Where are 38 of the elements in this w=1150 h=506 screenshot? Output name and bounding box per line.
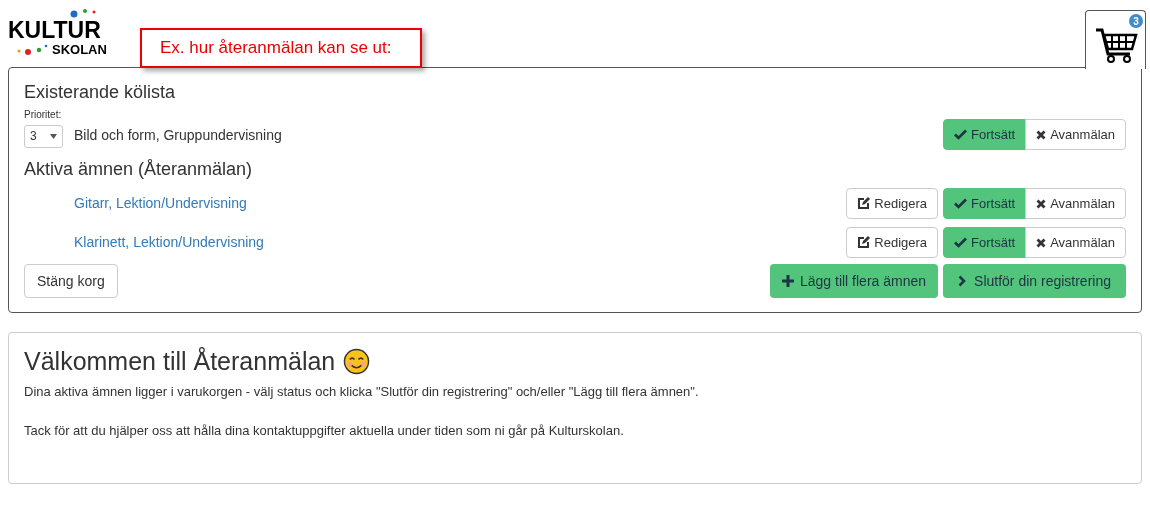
close-icon [1036, 198, 1047, 209]
dropdown-arrow-icon [50, 133, 57, 139]
status-toggle-button[interactable]: Avanmälan [1025, 119, 1126, 150]
add-subjects-button[interactable]: Lägg till flera ämnen [769, 264, 939, 298]
check-icon [954, 237, 968, 248]
close-icon [1036, 129, 1047, 140]
section-title: Existerande kölista [24, 81, 177, 103]
cart-count-badge: 3 [1129, 14, 1143, 28]
logo-text: KULTUR [8, 18, 101, 42]
status-toggle-button[interactable]: Fortsätt [943, 188, 1027, 219]
check-icon [954, 129, 968, 140]
close-cart-button[interactable]: Stäng korg [24, 264, 118, 298]
logo-text: SKOLAN [52, 43, 107, 57]
cart-tab[interactable]: 3 [1085, 10, 1146, 69]
check-icon [954, 198, 968, 209]
subject-link[interactable]: Klarinett, Lektion/Undervisning [74, 232, 847, 253]
plus-icon [781, 275, 794, 287]
status-toggle-button[interactable]: Avanmälan [1025, 188, 1126, 219]
status-toggle-button[interactable]: Fortsätt [943, 119, 1027, 150]
subject-link[interactable]: Gitarr, Lektion/Undervisning [74, 193, 847, 214]
edit-button[interactable]: Redigera [846, 188, 939, 219]
annotation-label: Ex. hur återanmälan kan se ut: [140, 28, 422, 68]
welcome-title: Välkommen till Återanmälan [24, 346, 336, 377]
edit-icon [857, 236, 871, 249]
welcome-text: Tack för att du hjälper oss att hålla dina kontaktuppgifter aktuella under tiden som ni går på Kulturskolan. [24, 422, 625, 440]
smiley-icon [343, 347, 371, 375]
chevron-right-icon [958, 275, 967, 287]
edit-button[interactable]: Redigera [846, 227, 939, 258]
close-icon [1036, 237, 1047, 248]
status-toggle-button[interactable]: Fortsätt [943, 227, 1027, 258]
subject-name: Bild och form, Gruppundervisning [74, 126, 283, 145]
welcome-text: Dina aktiva ämnen ligger i varukorgen - välj status och klicka "Slutför din registrering" och/eller "Lägg till flera ämnen". [24, 383, 700, 401]
status-toggle-button[interactable]: Avanmälan [1025, 227, 1126, 258]
finish-registration-button[interactable]: Slutför din registrering [943, 264, 1126, 298]
section-title: Aktiva ämnen (Återanmälan) [24, 158, 254, 180]
priority-select[interactable]: 3 [24, 124, 63, 148]
priority-label: Prioritet: [24, 109, 63, 121]
edit-icon [857, 197, 871, 210]
